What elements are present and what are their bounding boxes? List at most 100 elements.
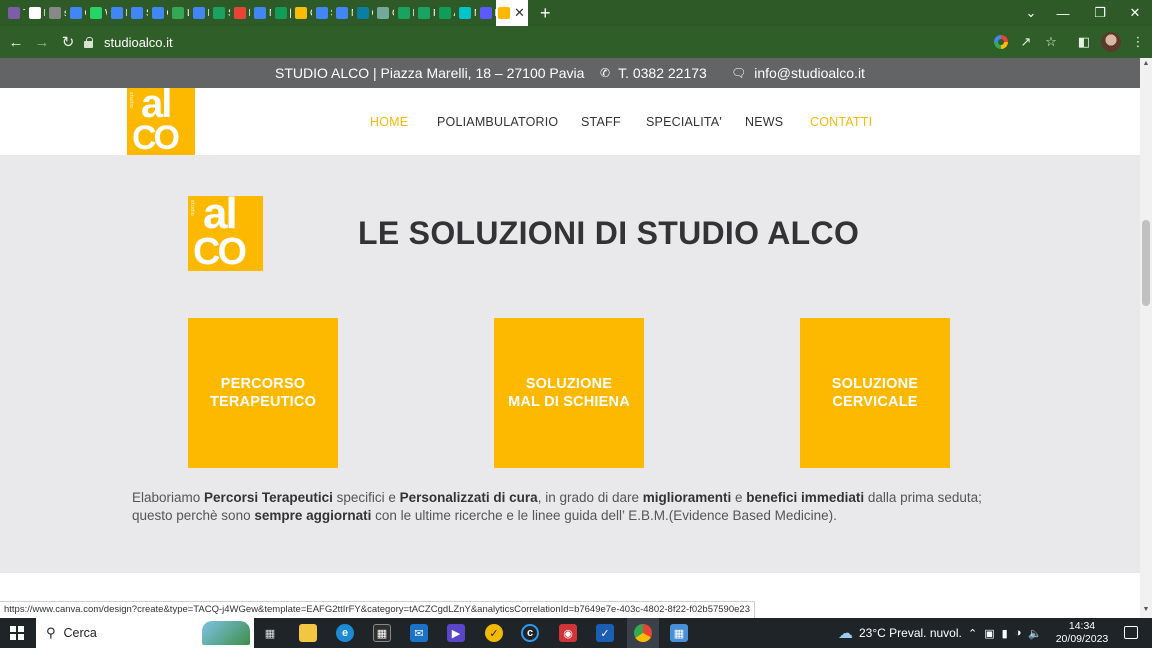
solutions-section: studio al CO LE SOLUZIONI DI STUDIO ALCO… xyxy=(0,155,1140,573)
card-label: SOLUZIONE MAL DI SCHIENA xyxy=(508,375,630,411)
text-run: e xyxy=(731,490,747,505)
card-label-line2: TERAPEUTICO xyxy=(209,394,317,410)
browser-tab[interactable]: Cu xyxy=(66,0,86,26)
battery-icon[interactable]: ▮ xyxy=(1002,627,1008,640)
task-view-icon[interactable]: ▦ xyxy=(261,624,279,642)
card-percorso-terapeutico[interactable]: PERCORSO TERAPEUTICO xyxy=(188,318,338,468)
nav-specialita[interactable]: SPECIALITA' xyxy=(646,115,722,129)
browser-tab[interactable]: [D xyxy=(271,0,291,26)
leaf-icon xyxy=(418,7,430,19)
scroll-up-icon[interactable]: ▲ xyxy=(1142,60,1150,68)
nav-news[interactable]: NEWS xyxy=(745,115,783,129)
chevron-up-icon[interactable]: ⌃ xyxy=(968,627,977,640)
nav-contatti[interactable]: CONTATTI xyxy=(810,115,872,129)
page-scrollbar[interactable]: ▲ ▼ xyxy=(1140,58,1152,618)
browser-tab[interactable]: Cl xyxy=(373,0,394,26)
notification-center-icon[interactable] xyxy=(1124,626,1138,639)
browser-tab[interactable]: Fi xyxy=(394,0,414,26)
profile-avatar[interactable] xyxy=(1101,32,1121,52)
text-run: specifici e xyxy=(332,490,400,505)
calculator-icon[interactable]: ▦ xyxy=(670,624,688,642)
google-lens-icon[interactable] xyxy=(993,34,1009,50)
side-panel-icon[interactable]: ◧ xyxy=(1076,34,1092,50)
browser-tab[interactable]: Th xyxy=(4,0,25,26)
browser-tab[interactable]: La xyxy=(107,0,127,26)
weather-widget[interactable]: ☁ 23°C Preval. nuvol. xyxy=(838,618,962,648)
browser-tab[interactable]: M xyxy=(25,0,45,26)
taskbar-search[interactable]: ⚲ Cerca xyxy=(36,618,254,648)
browser-tab[interactable]: sc xyxy=(45,0,66,26)
text-run: , in grado di dare xyxy=(537,490,643,505)
tab-search-icon[interactable]: ⌄ xyxy=(1014,0,1048,26)
cloud-icon: ☁ xyxy=(838,625,853,642)
menu-kebab-icon[interactable]: ⋮ xyxy=(1130,34,1146,50)
network-device-icon[interactable]: ▣ xyxy=(984,627,994,640)
browser-tab[interactable]: W xyxy=(86,0,107,26)
browser-tab[interactable]: Fi xyxy=(414,0,435,26)
wikipedia-icon xyxy=(28,7,41,19)
browser-tab[interactable]: M xyxy=(332,0,353,26)
app-icon[interactable]: ▶ xyxy=(447,624,465,642)
text-run: con le ultime ricerche e le linee guida … xyxy=(371,508,837,523)
browser-tab[interactable]: Gi xyxy=(148,0,168,26)
card-soluzione-cervicale[interactable]: SOLUZIONE CERVICALE xyxy=(800,318,950,468)
browser-tab[interactable]: Ar xyxy=(435,0,455,26)
bookmark-star-icon[interactable]: ☆ xyxy=(1043,34,1059,50)
browser-tab[interactable]: Le xyxy=(189,0,209,26)
minimize-icon[interactable]: — xyxy=(1046,0,1080,26)
new-tab-button[interactable]: + xyxy=(540,3,558,24)
site-header: studio al CO HOME POLIAMBULATORIO STAFF … xyxy=(0,88,1140,155)
file-explorer-icon[interactable] xyxy=(299,624,317,642)
browser-tab[interactable]: Lo xyxy=(168,0,189,26)
forward-button[interactable]: → xyxy=(29,26,55,58)
docs-icon xyxy=(315,7,328,19)
docs-icon xyxy=(192,7,205,19)
docs-icon xyxy=(69,7,82,19)
email-icon xyxy=(8,7,20,19)
browser-tab[interactable]: Sc xyxy=(312,0,332,26)
browser-tab[interactable]: Cl xyxy=(291,0,312,26)
back-button[interactable]: ← xyxy=(3,26,29,58)
nav-poliambulatorio[interactable]: POLIAMBULATORIO xyxy=(437,115,558,129)
email-info[interactable]: 🗨 info@studioalco.it xyxy=(731,58,865,88)
browser-tab[interactable]: Sc xyxy=(127,0,148,26)
reload-button[interactable]: ↻ xyxy=(55,26,81,58)
mail-icon[interactable]: ✉ xyxy=(410,624,428,642)
chrome-icon[interactable] xyxy=(634,624,652,642)
share-icon[interactable]: ↗ xyxy=(1018,34,1034,50)
browser-tab[interactable]: M xyxy=(250,0,271,26)
phone-info[interactable]: ✆ T. 0382 22173 xyxy=(600,58,707,88)
browser-tab[interactable]: Cl xyxy=(353,0,373,26)
browser-tab[interactable]: Pi xyxy=(230,0,250,26)
wifi-icon[interactable]: ◑ xyxy=(1015,627,1022,639)
canva-icon xyxy=(459,7,471,19)
text-bold-run: Percorsi Terapeutici xyxy=(204,490,333,505)
close-window-icon[interactable]: ✕ xyxy=(1118,0,1152,26)
norton-icon[interactable]: ✓ xyxy=(485,624,503,642)
taskbar-clock[interactable]: 14:34 20/09/2023 xyxy=(1054,620,1110,646)
scroll-thumb[interactable] xyxy=(1142,220,1150,306)
card-soluzione-mal-di-schiena[interactable]: SOLUZIONE MAL DI SCHIENA xyxy=(494,318,644,468)
browser-tab[interactable]: Sc xyxy=(209,0,230,26)
lock-icon[interactable] xyxy=(84,36,94,48)
defender-icon[interactable]: ✓ xyxy=(596,624,614,642)
maximize-icon[interactable]: ❐ xyxy=(1083,0,1117,26)
browser-tab[interactable]: Bl xyxy=(476,0,496,26)
windows-start-icon[interactable] xyxy=(10,626,24,640)
url-field[interactable]: studioalco.it xyxy=(84,30,1074,54)
active-browser-tab[interactable]: ✕ xyxy=(496,0,528,26)
card-label-line1: PERCORSO xyxy=(220,376,306,392)
nav-home[interactable]: HOME xyxy=(370,115,408,129)
browser-tab[interactable]: M xyxy=(455,0,476,26)
volume-icon[interactable]: 🔈 xyxy=(1028,627,1042,640)
search-icon: ⚲ xyxy=(46,625,56,640)
close-tab-icon[interactable]: ✕ xyxy=(514,5,525,21)
video-icon[interactable]: ◉ xyxy=(559,624,577,642)
cortana-icon[interactable]: c xyxy=(521,624,539,642)
nav-staff[interactable]: STAFF xyxy=(581,115,621,129)
scroll-down-icon[interactable]: ▼ xyxy=(1142,606,1150,614)
section-description: Elaboriamo Percorsi Terapeutici specific… xyxy=(132,489,992,525)
dollar-icon xyxy=(172,7,184,19)
edge-icon[interactable]: e xyxy=(336,624,354,642)
store-icon[interactable]: ▦ xyxy=(373,624,391,642)
